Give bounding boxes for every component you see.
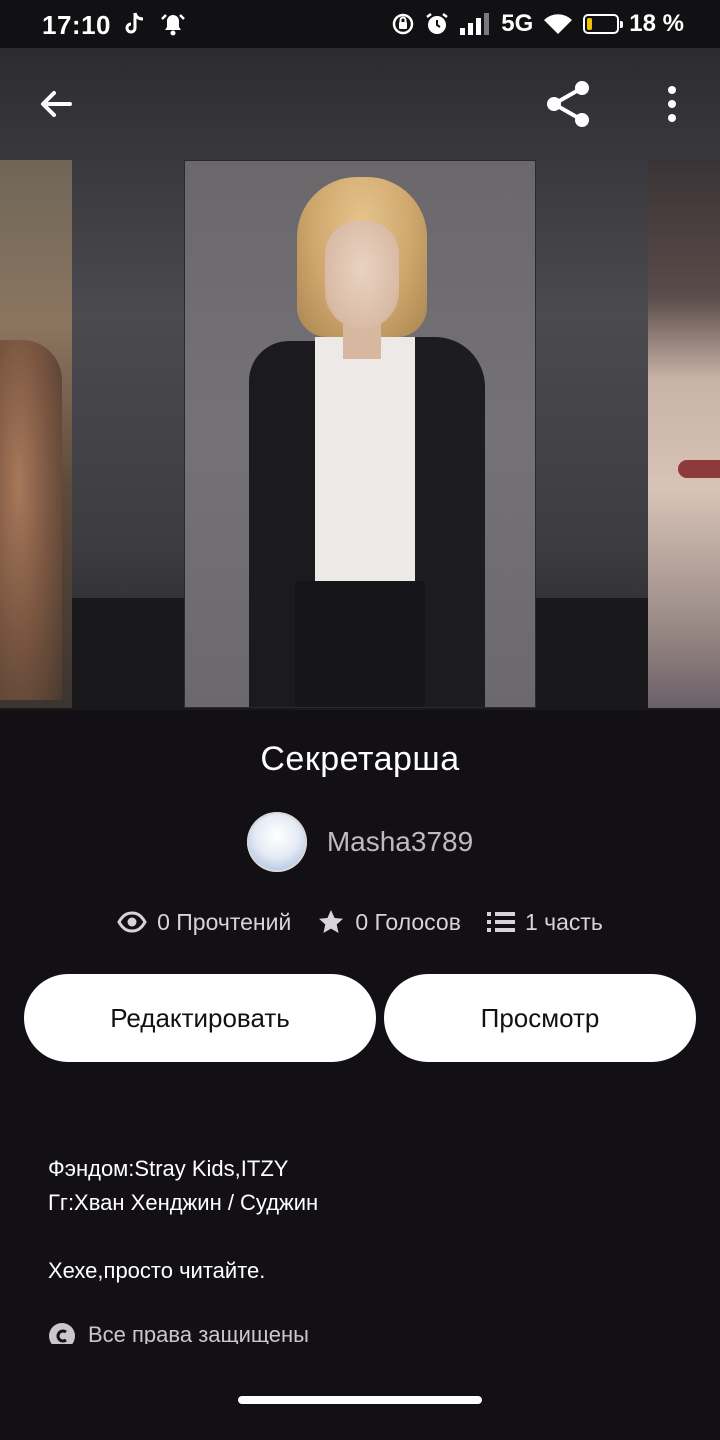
next-cover-art xyxy=(678,460,720,478)
status-system-icons: 5G 18 % xyxy=(391,10,684,38)
author-row[interactable]: Masha3789 xyxy=(0,812,720,872)
arrow-left-icon xyxy=(41,91,72,117)
summary-line: Хехе,просто читайте. xyxy=(48,1258,266,1283)
reads-stat: 0 Прочтений xyxy=(117,909,291,936)
wifi-icon xyxy=(544,14,573,34)
copyright-row: Все права защищены xyxy=(48,1322,678,1344)
app-bar xyxy=(0,48,720,160)
story-stats: 0 Прочтений 0 Голосов 1 часть xyxy=(0,908,720,936)
cover-art-shirt xyxy=(315,337,415,587)
pairing-line: Гг:Хван Хенджин / Суджин xyxy=(48,1190,319,1215)
status-bar: 17:10 5G 18 % xyxy=(0,0,720,48)
alarm-clock-icon xyxy=(426,13,449,34)
status-time: 17:10 xyxy=(42,10,111,40)
story-cover-image[interactable] xyxy=(184,160,536,708)
votes-stat: 0 Голосов xyxy=(317,908,461,936)
tiktok-icon xyxy=(125,12,144,34)
star-icon xyxy=(319,910,344,933)
previous-cover-art xyxy=(0,340,62,700)
action-buttons: Редактировать Просмотр xyxy=(24,974,696,1064)
rotation-lock-icon xyxy=(393,13,414,35)
preview-button[interactable]: Просмотр xyxy=(384,974,696,1062)
edit-button[interactable]: Редактировать xyxy=(24,974,376,1062)
back-button[interactable] xyxy=(26,74,86,134)
previous-story-cover[interactable] xyxy=(0,160,72,708)
votes-count: 0 Голосов xyxy=(355,908,461,935)
signal-strength-icon xyxy=(460,13,490,35)
author-avatar[interactable] xyxy=(246,812,307,872)
battery-percent: 18 % xyxy=(629,10,684,37)
eye-icon xyxy=(117,911,147,933)
next-story-cover[interactable] xyxy=(648,160,720,708)
share-icon xyxy=(547,81,589,127)
cover-art-face xyxy=(325,221,399,329)
fandom-line: Фэндом:Stray Kids,ITZY xyxy=(48,1156,289,1181)
more-vertical-icon xyxy=(668,86,676,122)
copyright-icon xyxy=(49,1323,75,1344)
battery-level xyxy=(587,18,593,30)
battery-icon xyxy=(583,14,624,34)
share-button[interactable] xyxy=(538,74,598,134)
parts-stat: 1 часть xyxy=(486,908,603,936)
reads-count: 0 Прочтений xyxy=(157,908,292,935)
alarm-bell-icon xyxy=(161,14,185,36)
cover-art-pants xyxy=(295,581,425,707)
story-description: Фэндом:Stray Kids,ITZY Гг:Хван Хенджин /… xyxy=(48,1152,678,1288)
author-name[interactable]: Masha3789 xyxy=(327,826,473,858)
list-icon xyxy=(486,912,515,932)
status-notification-icons xyxy=(122,11,186,37)
copyright-text: Все права защищены xyxy=(88,1322,309,1344)
home-indicator[interactable] xyxy=(238,1396,482,1404)
network-type: 5G xyxy=(501,10,534,37)
more-options-button[interactable] xyxy=(642,74,702,134)
story-title: Секретарша xyxy=(260,740,460,778)
parts-count: 1 часть xyxy=(524,908,603,935)
